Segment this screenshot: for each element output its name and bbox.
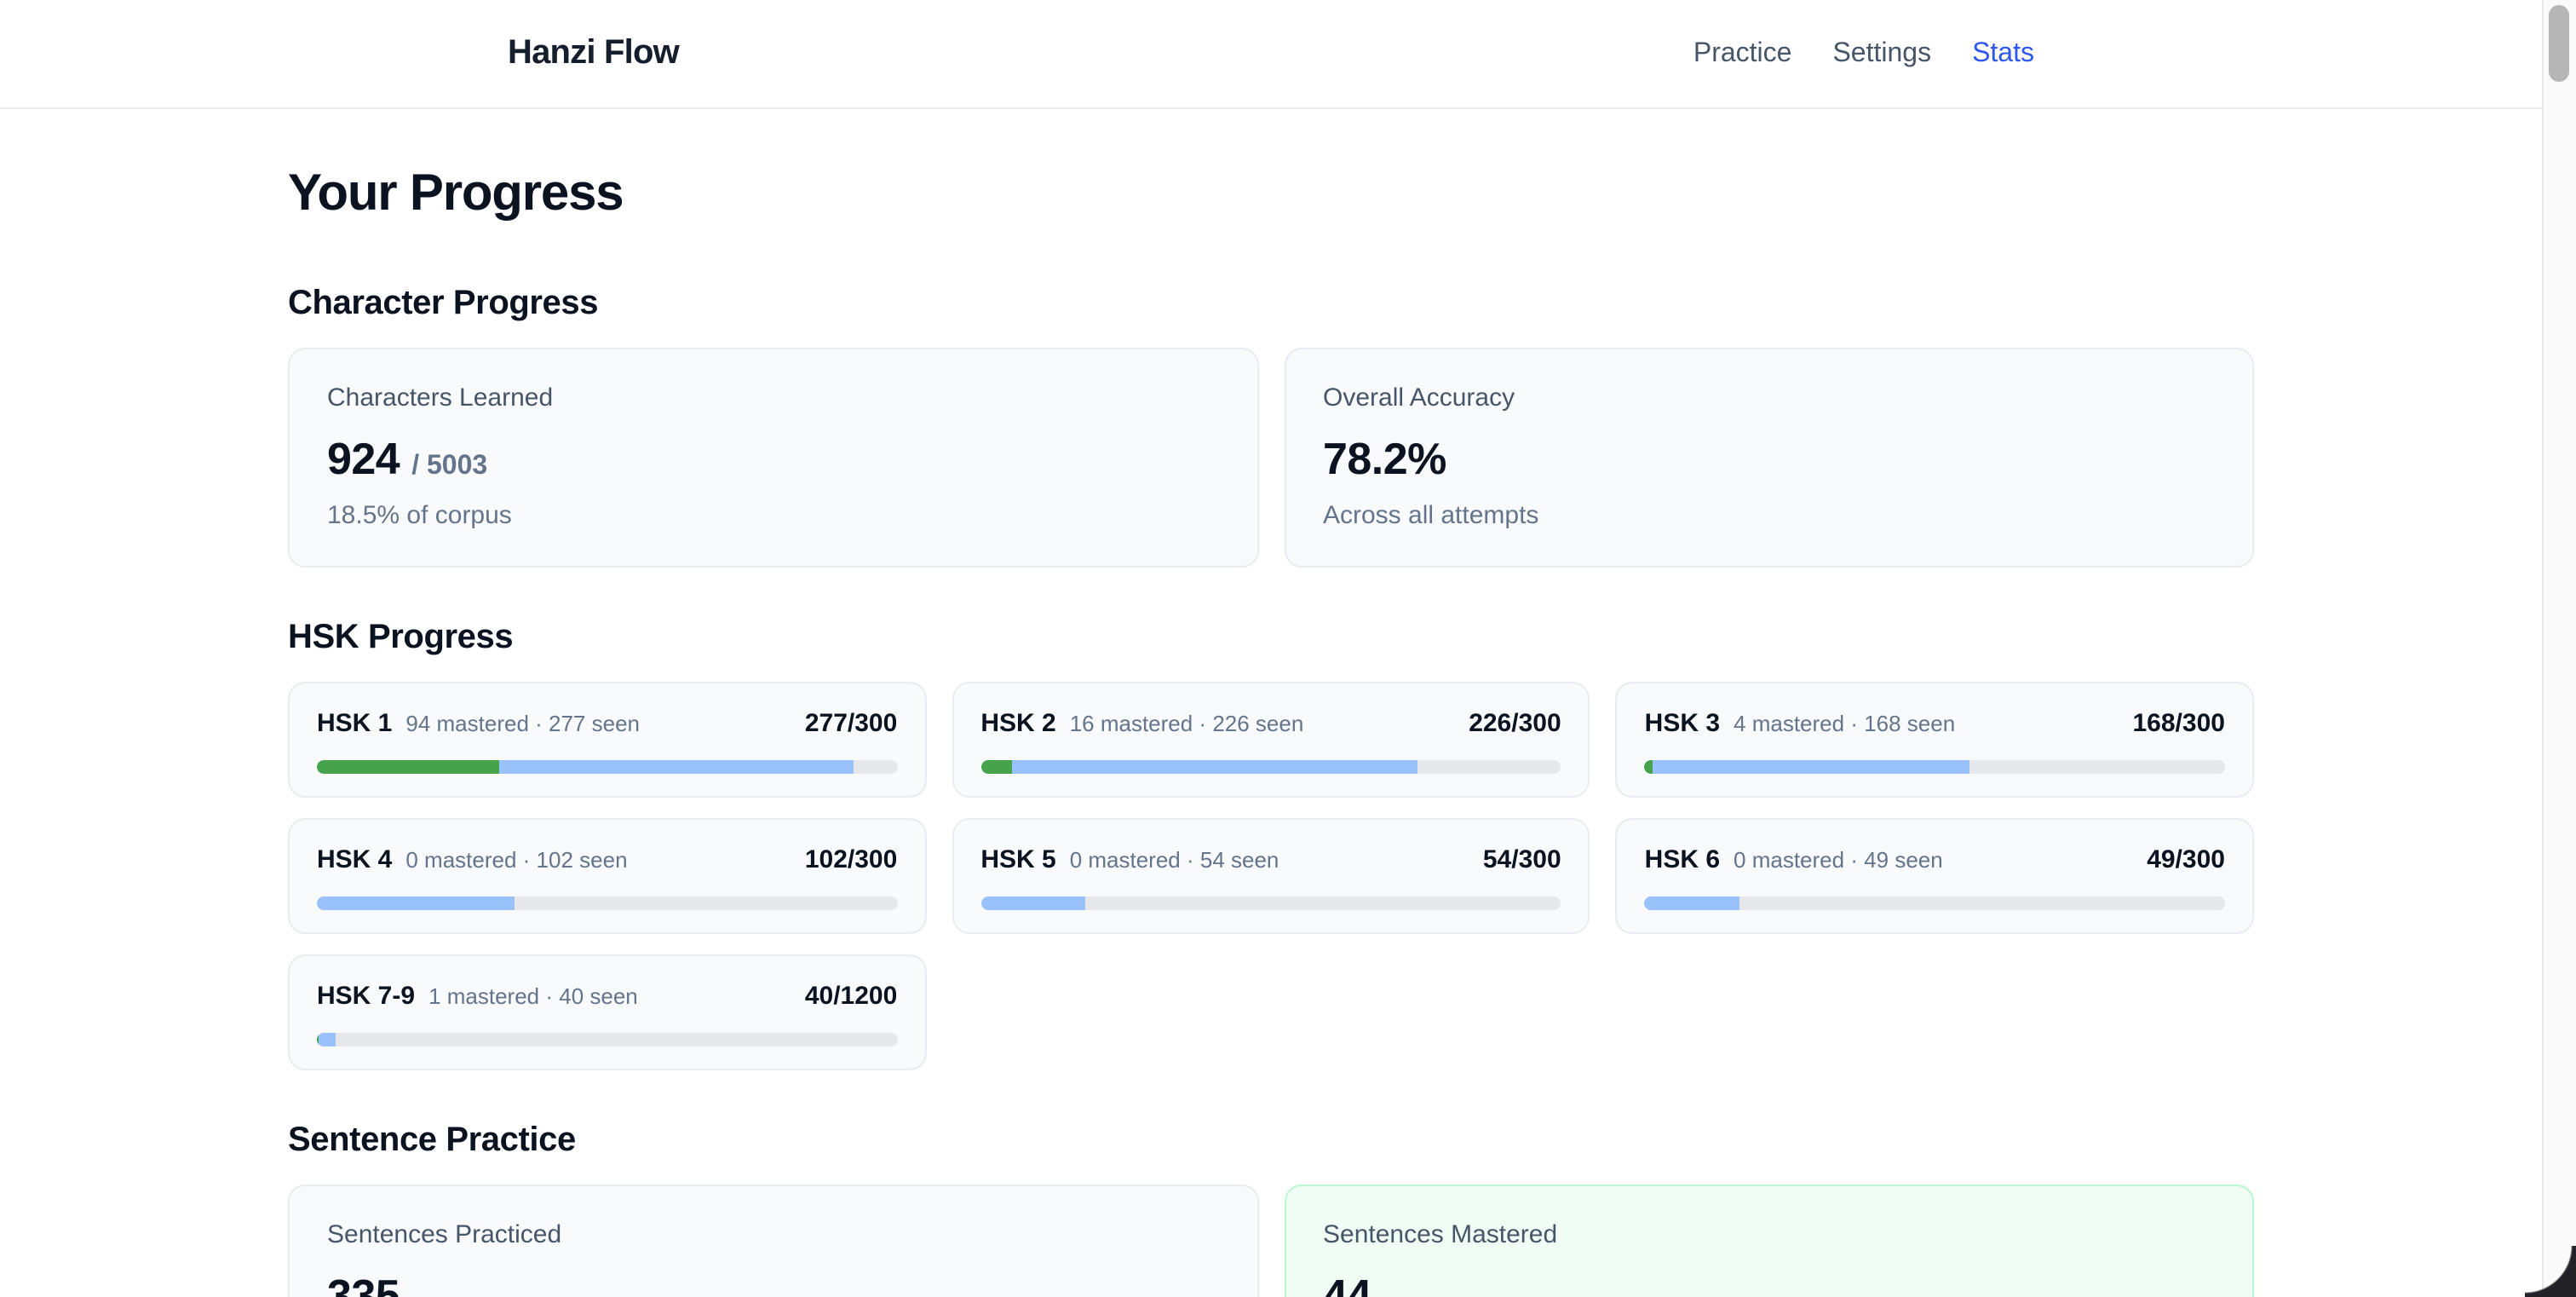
hsk-level-meta: 0 mastered · 49 seen [1734,842,1943,879]
hsk-level-name: HSK 6 [1645,842,1720,879]
nav-stats[interactable]: Stats [1972,38,2034,69]
sentences-mastered-card: Sentences Mastered 44 Consistently accur… [1284,1185,2254,1297]
hsk-level-meta: 4 mastered · 168 seen [1734,706,1955,743]
hsk-level-name: HSK 4 [317,842,392,879]
hsk-4-card: HSK 4 0 mastered · 102 seen 102/300 [288,818,926,934]
hsk-5-card: HSK 5 0 mastered · 54 seen 54/300 [952,818,1590,934]
window-corner [2525,1246,2576,1297]
progress-mastered [317,1033,318,1046]
hsk-level-name: HSK 1 [317,706,392,743]
stat-label: Sentences Mastered [1323,1219,2215,1253]
main-content: Your Progress Character Progress Charact… [0,164,2576,1297]
hsk-7-9-card: HSK 7-9 1 mastered · 40 seen 40/1200 [288,954,926,1070]
stat-value: 924 [327,433,400,484]
hsk-level-name: HSK 2 [980,706,1055,743]
nav-settings[interactable]: Settings [1832,38,1931,69]
stat-label: Sentences Practiced [327,1219,1219,1253]
hsk-level-ratio: 102/300 [805,842,897,879]
app-header: Hanzi Flow Practice Settings Stats [0,0,2576,109]
hsk-level-ratio: 49/300 [2147,842,2225,879]
hsk-level-meta: 0 mastered · 54 seen [1070,842,1279,879]
progress-bar [1645,896,2225,910]
stat-label: Overall Accuracy [1323,382,2215,416]
stat-value: 44 [1323,1270,1371,1297]
progress-seen [317,896,515,910]
hsk-level-meta: 94 mastered · 277 seen [405,706,640,743]
hsk-level-ratio: 277/300 [805,706,897,743]
hsk-level-meta: 0 mastered · 102 seen [405,842,627,879]
hsk-level-meta: 1 mastered · 40 seen [428,978,638,1016]
hsk-level-ratio: 226/300 [1469,706,1561,743]
hsk-level-ratio: 40/1200 [805,978,897,1016]
app-window: Hanzi Flow Practice Settings Stats Your … [0,0,2576,1297]
progress-seen [1645,896,1739,910]
progress-bar [980,896,1561,910]
stat-total: / 5003 [411,452,487,482]
hsk-2-card: HSK 2 16 mastered · 226 seen 226/300 [952,682,1590,798]
stat-subtext: 18.5% of corpus [327,499,1219,533]
characters-learned-card: Characters Learned 924 / 5003 18.5% of c… [288,348,1258,568]
progress-bar [1645,760,2225,774]
progress-mastered [317,760,498,774]
progress-bar [317,896,897,910]
overall-accuracy-card: Overall Accuracy 78.2% Across all attemp… [1284,348,2254,568]
stat-subtext: Across all attempts [1323,499,2215,533]
hsk-3-card: HSK 3 4 mastered · 168 seen 168/300 [1616,682,2254,798]
sentences-practiced-card: Sentences Practiced 335 Different senten… [288,1185,1258,1297]
stat-value: 335 [327,1270,400,1297]
hsk-level-ratio: 168/300 [2133,706,2225,743]
app-logo[interactable]: Hanzi Flow [508,34,679,73]
nav-practice[interactable]: Practice [1693,38,1792,69]
character-progress-heading: Character Progress [288,283,2254,324]
main-nav: Practice Settings Stats [1693,38,2034,69]
progress-seen [980,760,1417,774]
stat-value: 78.2% [1323,433,1446,484]
hsk-level-name: HSK 7-9 [317,978,415,1016]
progress-bar [980,760,1561,774]
sentence-practice-section: Sentences Practiced 335 Different senten… [288,1185,2254,1297]
character-progress-section: Characters Learned 924 / 5003 18.5% of c… [288,348,2254,568]
hsk-level-ratio: 54/300 [1483,842,1561,879]
progress-mastered [980,760,1011,774]
scrollbar-track[interactable] [2542,0,2576,1297]
progress-bar [317,1033,897,1046]
progress-bar [317,760,897,774]
hsk-level-name: HSK 5 [980,842,1055,879]
stat-label: Characters Learned [327,382,1219,416]
progress-seen [980,896,1085,910]
page-title: Your Progress [288,164,2254,225]
hsk-progress-section: HSK 1 94 mastered · 277 seen 277/300 HSK… [288,682,2254,1070]
hsk-level-meta: 16 mastered · 226 seen [1070,706,1304,743]
sentence-practice-heading: Sentence Practice [288,1120,2254,1161]
scrollbar-thumb[interactable] [2549,5,2569,82]
hsk-6-card: HSK 6 0 mastered · 49 seen 49/300 [1616,818,2254,934]
hsk-1-card: HSK 1 94 mastered · 277 seen 277/300 [288,682,926,798]
hsk-level-name: HSK 3 [1645,706,1720,743]
progress-seen [317,1033,336,1046]
progress-seen [1645,760,1970,774]
progress-mastered [1645,760,1653,774]
hsk-progress-heading: HSK Progress [288,617,2254,658]
